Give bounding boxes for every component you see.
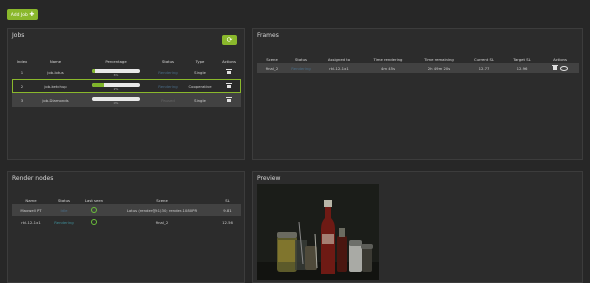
job-type: Single: [183, 93, 217, 107]
node-scene: final_2: [155, 219, 169, 225]
col-scene: Scene: [266, 56, 278, 62]
node-status: Rendering: [54, 219, 74, 225]
col-current-sl: Current SL: [474, 56, 494, 62]
node-last-seen: [78, 216, 110, 228]
col-target-sl: Target SL: [513, 56, 531, 62]
frame-current-sl: 12.77: [465, 63, 503, 73]
frame-scene: final_2: [257, 63, 287, 73]
jobs-table: Index Name Percentage Status Type Action…: [12, 57, 241, 107]
job-actions: [217, 93, 241, 107]
job-type: Cooperative: [183, 79, 217, 93]
jobs-title: Jobs: [12, 32, 25, 39]
col-name: Name: [25, 197, 37, 203]
trash-icon[interactable]: [226, 83, 232, 88]
job-index: 3: [12, 93, 32, 107]
check-icon: [91, 206, 97, 213]
job-name: job-Diamonds: [32, 93, 79, 107]
col-name: Name: [49, 58, 62, 64]
trash-icon[interactable]: [226, 69, 232, 74]
frame-target-sl: 12.96: [503, 63, 541, 73]
col-status: Status: [161, 58, 175, 64]
frames-panel: Frames Scene Status Assigned to Time ren…: [252, 28, 583, 160]
job-status: Paused: [153, 93, 183, 107]
node-row[interactable]: Maxwell PT Idle Lotus (render@t1)30; ren…: [12, 204, 241, 216]
col-time-rendering: Time rendering: [373, 56, 403, 62]
job-name: job-ketchup: [32, 79, 79, 93]
col-type: Type: [195, 58, 205, 64]
job-row-selected[interactable]: 2 job-ketchup 2% Rendering Cooperative: [12, 79, 241, 93]
job-row[interactable]: 1 job-lotus 6% Rendering Single: [12, 65, 241, 79]
col-scene: Scene: [156, 197, 168, 203]
job-status: Rendering: [158, 69, 178, 75]
frame-time-remaining: 2h 49m 20s: [413, 63, 465, 73]
job-name: job-lotus: [47, 69, 64, 75]
frame-actions: [541, 63, 579, 73]
col-actions: Actions: [222, 58, 236, 64]
node-status: Idle: [50, 204, 78, 216]
col-status: Status: [57, 197, 71, 203]
render-nodes-panel: Render nodes Name Status Last seen Scene…: [7, 171, 245, 283]
jobs-panel: Jobs ⟳ Index Name Percentage Status Type…: [7, 28, 245, 160]
frame-status: Rendering: [287, 63, 315, 73]
preview-panel: Preview: [252, 171, 583, 283]
node-last-seen: [78, 204, 110, 216]
col-percentage: Percentage: [105, 58, 127, 64]
node-name: rkl-12-1x1: [21, 219, 41, 225]
frames-title: Frames: [257, 32, 279, 39]
refresh-icon[interactable]: ⟳: [222, 35, 237, 45]
col-status: Status: [294, 56, 308, 62]
add-job-label: Add Job: [10, 13, 28, 18]
col-assigned-to: Assigned to: [327, 56, 351, 62]
frame-row[interactable]: final_2 Rendering rkl-12-1x1 4m 45s 2h 4…: [257, 63, 579, 73]
job-type: Single: [194, 69, 206, 75]
add-job-button[interactable]: Add Job ✚: [7, 9, 38, 20]
preview-image: [257, 184, 379, 280]
render-nodes-table: Name Status Last seen Scene SL Maxwell P…: [12, 196, 241, 228]
job-progress: 0%: [79, 93, 153, 107]
col-sl: SL: [225, 197, 230, 203]
col-time-remaining: Time remaining: [424, 56, 454, 62]
job-row[interactable]: 3 job-Diamonds 0% Paused Single: [12, 93, 241, 107]
job-progress: 2%: [79, 79, 153, 93]
node-sl: 12.56: [222, 219, 233, 225]
check-icon: [91, 218, 97, 225]
progress-label: 2%: [113, 86, 119, 91]
node-row[interactable]: rkl-12-1x1 Rendering final_2 12.56: [12, 216, 241, 228]
col-last-seen: Last seen: [84, 197, 104, 203]
job-index: 1: [20, 69, 24, 75]
eye-icon[interactable]: [559, 66, 568, 72]
render-preview-illustration: [257, 184, 379, 280]
frame-assigned-to: rkl-12-1x1: [315, 63, 363, 73]
frame-time-rendering: 4m 45s: [363, 63, 413, 73]
node-name: Maxwell PT: [12, 204, 50, 216]
col-index: Index: [16, 58, 28, 64]
node-scene: Lotus (render@t1)30; render-1080PR: [110, 204, 214, 216]
job-actions: [217, 79, 241, 93]
job-actions: [217, 65, 241, 79]
job-status: Rendering: [153, 79, 183, 93]
plus-icon: ✚: [29, 11, 35, 18]
col-actions: Actions: [553, 56, 567, 62]
frames-table: Scene Status Assigned to Time rendering …: [257, 55, 579, 73]
progress-label: 0%: [113, 100, 119, 105]
progress-label: 6%: [113, 72, 119, 77]
node-sl: 9.81: [214, 204, 241, 216]
trash-icon[interactable]: [551, 64, 558, 70]
trash-icon[interactable]: [226, 97, 232, 102]
job-progress: 6%: [79, 65, 153, 79]
preview-title: Preview: [257, 175, 281, 182]
render-nodes-title: Render nodes: [12, 175, 54, 182]
job-index: 2: [12, 79, 32, 93]
